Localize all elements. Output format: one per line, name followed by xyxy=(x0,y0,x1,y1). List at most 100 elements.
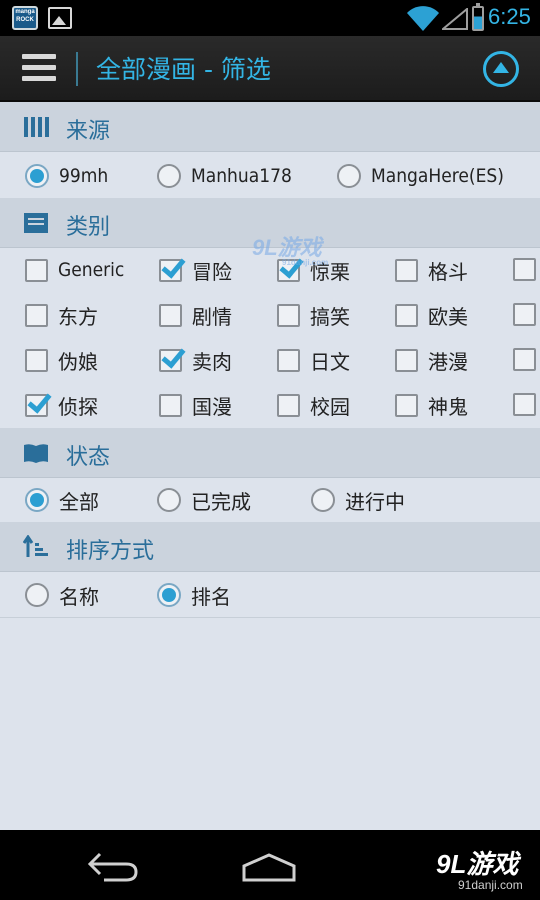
sort-option-label: 名称 xyxy=(59,584,99,609)
watermark-text: 9L游戏 xyxy=(252,235,322,260)
category-option-label: 神鬼 xyxy=(428,394,468,419)
category-option-label: 欧美 xyxy=(428,304,468,329)
action-bar: 全部漫画 - 筛选 xyxy=(0,36,540,102)
category-option[interactable]: 侦探 xyxy=(25,387,98,423)
status-option-all[interactable]: 全部 xyxy=(25,482,99,518)
home-icon[interactable] xyxy=(240,852,298,882)
checkbox-icon[interactable] xyxy=(277,303,300,327)
source-option-99mh[interactable]: 99mh xyxy=(25,158,108,194)
status-time: 6:25 xyxy=(488,4,531,29)
source-header-label: 来源 xyxy=(66,119,111,144)
checkbox-icon[interactable] xyxy=(25,348,48,372)
category-option-label: 日文 xyxy=(310,349,350,374)
checkbox-icon[interactable] xyxy=(513,393,536,416)
category-option[interactable]: 搞笑 xyxy=(277,297,350,333)
sort-ascending-icon xyxy=(23,535,48,557)
category-option-label: 搞笑 xyxy=(310,304,350,329)
radio-icon[interactable] xyxy=(25,488,49,512)
source-section-header: 来源 xyxy=(0,102,540,152)
status-header-label: 状态 xyxy=(66,445,111,470)
category-option[interactable]: Generic xyxy=(25,252,124,288)
radio-icon[interactable] xyxy=(25,583,49,607)
radio-icon[interactable] xyxy=(311,488,335,512)
category-option[interactable]: 冒险 xyxy=(159,252,232,288)
category-option-label: 格斗 xyxy=(428,259,468,284)
archive-box-icon xyxy=(24,213,48,233)
app-icon-text: manga ROCK xyxy=(15,9,35,23)
radio-icon[interactable] xyxy=(337,164,361,188)
category-option[interactable]: 东方 xyxy=(25,297,98,333)
sort-option-name[interactable]: 名称 xyxy=(25,577,99,613)
sort-option-rank[interactable]: 排名 xyxy=(157,577,231,613)
checkbox-icon[interactable] xyxy=(395,258,418,282)
category-option[interactable]: 欧美 xyxy=(395,297,468,333)
category-option[interactable]: 国漫 xyxy=(159,387,232,423)
radio-icon[interactable] xyxy=(157,488,181,512)
category-option-label: 港漫 xyxy=(428,349,468,374)
status-option-label: 全部 xyxy=(59,489,99,514)
checkbox-icon[interactable] xyxy=(159,393,182,417)
category-option[interactable]: 剧情 xyxy=(159,297,232,333)
category-option[interactable]: 港漫 xyxy=(395,342,468,378)
radio-icon[interactable] xyxy=(157,164,181,188)
category-option[interactable]: 格斗 xyxy=(395,252,468,288)
checkbox-icon[interactable] xyxy=(277,393,300,417)
checkbox-icon[interactable] xyxy=(25,258,48,282)
checkbox-icon[interactable] xyxy=(159,303,182,327)
scroll-up-icon[interactable] xyxy=(483,51,519,87)
source-option-label: 99mh xyxy=(59,165,109,187)
status-option-completed[interactable]: 已完成 xyxy=(157,482,251,518)
navigation-bar: 9L游戏 91danji.com xyxy=(0,830,540,900)
category-option[interactable]: 校园 xyxy=(277,387,350,423)
action-bar-divider xyxy=(76,52,78,86)
category-option-label: 卖肉 xyxy=(192,349,232,374)
radio-icon[interactable] xyxy=(157,583,181,607)
wifi-icon xyxy=(407,6,439,31)
category-option-label: 伪娘 xyxy=(58,349,98,374)
category-option-label: 校园 xyxy=(310,394,350,419)
page-title: 全部漫画 - 筛选 xyxy=(96,55,271,84)
category-option[interactable]: 伪娘 xyxy=(25,342,98,378)
radio-icon[interactable] xyxy=(25,164,49,188)
image-notification-icon xyxy=(48,7,72,29)
category-option-label: Generic xyxy=(58,259,125,281)
source-option-mangahere[interactable]: MangaHere(ES) xyxy=(337,158,504,194)
brand-url: 91danji.com xyxy=(458,878,523,892)
sort-option-label: 排名 xyxy=(191,584,231,609)
category-header-label: 类别 xyxy=(66,215,111,240)
category-option-label: 剧情 xyxy=(192,304,232,329)
category-option-label: 国漫 xyxy=(192,394,232,419)
watermark-sub: 91danji.com xyxy=(282,258,329,267)
category-option-label: 侦探 xyxy=(58,394,98,419)
source-option-label: Manhua178 xyxy=(191,165,292,187)
checkbox-checked-icon[interactable] xyxy=(159,348,182,372)
checkbox-icon[interactable] xyxy=(395,393,418,417)
back-icon[interactable] xyxy=(86,848,140,884)
status-option-ongoing[interactable]: 进行中 xyxy=(311,482,405,518)
checkbox-icon[interactable] xyxy=(513,303,536,326)
battery-icon xyxy=(472,3,484,31)
columns-icon xyxy=(24,117,49,137)
checkbox-checked-icon[interactable] xyxy=(159,258,182,282)
sort-section-header: 排序方式 xyxy=(0,522,540,572)
status-bar: manga ROCK 6:25 xyxy=(0,0,540,36)
checkbox-icon[interactable] xyxy=(395,348,418,372)
checkbox-icon[interactable] xyxy=(25,303,48,327)
category-option[interactable]: 日文 xyxy=(277,342,350,378)
category-option-label: 东方 xyxy=(58,304,98,329)
watermark: 9L游戏 91danji.com xyxy=(252,230,328,267)
source-option-manhua178[interactable]: Manhua178 xyxy=(157,158,292,194)
category-option[interactable]: 卖肉 xyxy=(159,342,232,378)
status-section-header: 状态 xyxy=(0,428,540,478)
signal-icon xyxy=(442,8,468,30)
divider xyxy=(0,617,540,618)
checkbox-icon[interactable] xyxy=(277,348,300,372)
category-option[interactable]: 神鬼 xyxy=(395,387,468,423)
checkbox-icon[interactable] xyxy=(513,258,536,281)
checkbox-checked-icon[interactable] xyxy=(25,393,48,417)
checkbox-icon[interactable] xyxy=(513,348,536,371)
checkbox-icon[interactable] xyxy=(395,303,418,327)
menu-icon[interactable] xyxy=(22,54,56,84)
sort-header-label: 排序方式 xyxy=(66,539,155,564)
book-icon xyxy=(24,444,48,463)
